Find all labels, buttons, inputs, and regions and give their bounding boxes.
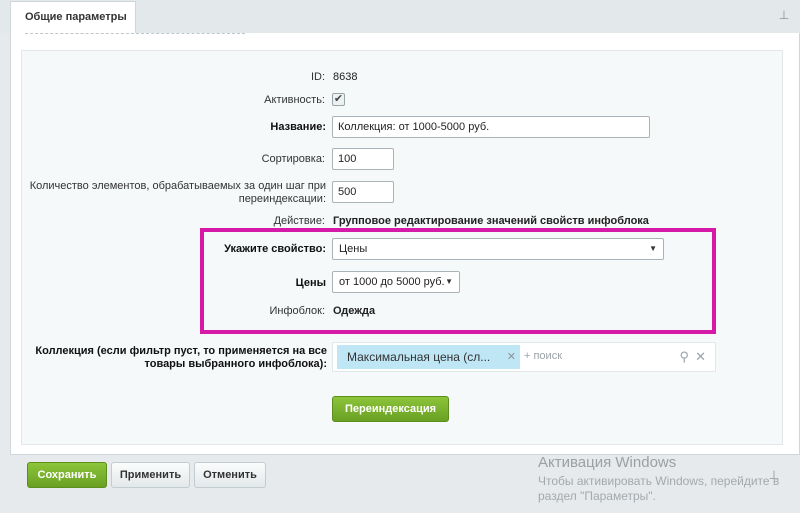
reindex-button[interactable]: Переиндексация xyxy=(332,396,449,422)
pin-icon[interactable]: ⊥ xyxy=(778,8,790,22)
search-icon[interactable]: ⚲ xyxy=(679,349,689,365)
property-select[interactable]: Цены ▼ xyxy=(332,238,664,260)
iblock-label: Инфоблок: xyxy=(269,305,325,317)
apply-button[interactable]: Применить xyxy=(111,462,190,488)
collection-label-line2: товары выбранного инфоблока): xyxy=(144,358,327,370)
tab-general-params[interactable]: Общие параметры xyxy=(10,1,136,33)
batch-input[interactable] xyxy=(332,181,394,203)
close-icon[interactable]: ✕ xyxy=(507,345,516,369)
action-value: Групповое редактирование значений свойст… xyxy=(333,215,649,227)
batch-label-line1: Количество элементов, обрабатываемых за … xyxy=(29,180,326,192)
checkmark-icon: ✔ xyxy=(333,93,344,105)
batch-label: Количество элементов, обрабатываемых за … xyxy=(20,180,326,206)
activation-watermark-text: Чтобы активировать Windows, перейдите в … xyxy=(538,474,798,504)
collection-search-input[interactable]: + поиск xyxy=(524,350,562,362)
id-label: ID: xyxy=(310,71,325,83)
active-label: Активность: xyxy=(264,94,325,106)
name-input[interactable] xyxy=(332,116,650,138)
sort-label: Сортировка: xyxy=(261,153,325,165)
cancel-button[interactable]: Отменить xyxy=(194,462,266,488)
active-checkbox[interactable]: ✔ xyxy=(332,93,345,106)
chevron-down-icon: ▼ xyxy=(445,277,453,286)
save-button[interactable]: Сохранить xyxy=(27,462,107,488)
collection-label-line1: Коллекция (если фильтр пуст, то применяе… xyxy=(35,345,327,357)
activation-watermark-line2: раздел "Параметры". xyxy=(538,489,656,503)
collection-tag-label: Максимальная цена (сл... xyxy=(347,350,491,364)
iblock-value: Одежда xyxy=(333,305,376,317)
chevron-down-icon: ▼ xyxy=(649,244,657,253)
prices-select[interactable]: от 1000 до 5000 руб. ▼ xyxy=(332,271,460,293)
collection-tag-selector[interactable]: Максимальная цена (сл... ✕ + поиск ⚲ ✕ xyxy=(332,342,716,372)
activation-watermark-line1: Чтобы активировать Windows, перейдите в xyxy=(538,474,780,488)
close-icon[interactable]: ✕ xyxy=(695,349,706,365)
name-label: Название: xyxy=(270,121,326,133)
prices-select-value: от 1000 до 5000 руб. xyxy=(339,276,445,288)
property-select-value: Цены xyxy=(339,243,368,255)
collection-tag[interactable]: Максимальная цена (сл... ✕ xyxy=(337,345,520,369)
batch-label-line2: переиндексации: xyxy=(238,193,326,205)
id-value: 8638 xyxy=(333,71,358,83)
prices-label: Цены xyxy=(295,277,326,289)
collection-label: Коллекция (если фильтр пуст, то применяе… xyxy=(20,345,327,371)
action-label: Действие: xyxy=(273,215,325,227)
sort-input[interactable] xyxy=(332,148,394,170)
property-label: Укажите свойство: xyxy=(224,243,326,255)
activation-watermark-title: Активация Windows xyxy=(538,454,677,471)
tab-bar: Общие параметры ⊥ xyxy=(0,0,800,33)
divider xyxy=(25,33,245,36)
